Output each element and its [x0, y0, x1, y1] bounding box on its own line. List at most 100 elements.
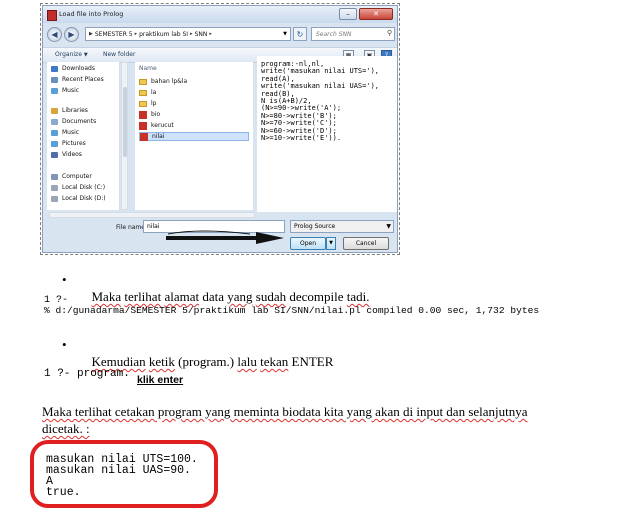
paragraph-line-1: Maka terlihat cetakan program yang memin… [42, 404, 528, 420]
file-name: bahan lp&la [151, 78, 188, 85]
address-bar[interactable]: ▶ SEMESTER 5 ▸ praktikum lab SI ▸ SNN ▸ … [85, 27, 291, 41]
nav-item[interactable]: Documents [51, 117, 96, 126]
paragraph-text: Maka terlihat cetakan program yang memin… [42, 404, 528, 419]
file-list-item[interactable]: lp [139, 99, 249, 108]
annotation-arrow [166, 230, 284, 244]
chevron-right-icon: ▸ [209, 31, 212, 37]
file-name: la [151, 89, 157, 96]
text-fragment: (program.) [174, 354, 238, 369]
text-fragment: Maka [91, 289, 122, 304]
close-icon: ✕ [373, 10, 379, 18]
file-list-item[interactable]: bio [139, 110, 249, 119]
prolog-file-icon [140, 132, 148, 141]
nav-item[interactable]: Pictures [51, 139, 86, 148]
code-line: N>=10->write('E')). [261, 134, 342, 142]
nav-item-label: Downloads [62, 65, 95, 72]
nav-item[interactable]: Computer [51, 172, 92, 181]
search-input[interactable]: Search SNN ⚲ [311, 27, 395, 41]
music-icon [51, 87, 58, 94]
output-line: true. [46, 486, 81, 499]
nav-item[interactable]: Libraries [51, 106, 88, 115]
breadcrumb-item[interactable]: SEMESTER 5 [95, 31, 133, 38]
back-button[interactable]: ◀ [47, 27, 62, 42]
file-list: Name bahan lp&la la lp bio kerucut nilai [135, 62, 253, 210]
navigation-pane: Downloads Recent Places Music Libraries Docu… [47, 62, 120, 210]
bullet-2-text: Kemudian ketik (program.) lalu tekan ENT… [85, 338, 334, 370]
nav-item[interactable]: Music [51, 128, 79, 137]
minimize-button[interactable]: – [339, 8, 357, 20]
nav-item-label: Computer [62, 173, 92, 180]
bullet-1-text: Maka terlihat alamat data yang sudah dec… [85, 273, 370, 305]
nav-item[interactable]: Recent Places [51, 75, 104, 84]
column-header-name[interactable]: Name [139, 65, 157, 72]
nav-item-label: Local Disk (D:) [62, 195, 106, 202]
folder-icon [139, 100, 147, 107]
refresh-button[interactable]: ↻ [293, 27, 307, 41]
recent-places-icon [51, 76, 58, 83]
load-file-dialog: Load file into Prolog – ✕ ◀ ▶ ▶ SEMESTER… [42, 5, 398, 253]
breadcrumb-item[interactable]: praktikum lab SI [139, 31, 188, 38]
nav-item[interactable]: Downloads [51, 64, 95, 73]
nav-item-label: Videos [62, 151, 82, 158]
dialog-title: Load file into Prolog [59, 10, 124, 18]
search-icon: ⚲ [386, 29, 392, 37]
scrollbar-thumb[interactable] [123, 87, 127, 157]
new-folder-button[interactable]: New folder [103, 51, 135, 58]
organize-label: Organize [55, 51, 82, 58]
folder-icon [139, 89, 147, 96]
title-bar: Load file into Prolog – ✕ [43, 6, 397, 23]
file-list-item[interactable]: bahan lp&la [139, 77, 249, 86]
cancel-button[interactable]: Cancel [343, 237, 389, 250]
documents-icon [51, 118, 58, 125]
nav-item-label: Music [62, 87, 80, 94]
file-list-item[interactable]: kerucut [139, 121, 249, 130]
open-dropdown-button[interactable]: ▼ [326, 237, 336, 250]
prolog-file-icon [139, 121, 147, 130]
paragraph-line-2: dicetak. : [42, 421, 90, 437]
breadcrumb-item[interactable]: SNN [195, 31, 208, 38]
address-row: ◀ ▶ ▶ SEMESTER 5 ▸ praktikum lab SI ▸ SN… [43, 23, 397, 47]
disk-icon [51, 195, 58, 202]
folder-icon [139, 78, 147, 85]
minimize-icon: – [346, 10, 350, 18]
arrow-stroke [167, 230, 251, 235]
text-fragment: ketik [148, 354, 175, 369]
disk-icon [51, 184, 58, 191]
libraries-icon [51, 107, 58, 114]
forward-button[interactable]: ▶ [64, 27, 79, 42]
file-list-item[interactable]: nilai [139, 132, 249, 141]
prolog-app-icon [47, 10, 57, 21]
nav-item[interactable]: Videos [51, 150, 82, 159]
horizontal-scrollbar[interactable] [49, 212, 255, 218]
refresh-icon: ↻ [296, 29, 304, 39]
nav-item[interactable]: Music [51, 86, 79, 95]
chevron-down-icon: ▼ [386, 223, 391, 230]
nav-item-label: Libraries [62, 107, 88, 114]
organize-menu[interactable]: Organize ▼ [55, 51, 88, 58]
preview-pane: program:-nl,nl, write('masukan nilai UTS=… [257, 56, 397, 212]
music-icon [51, 129, 58, 136]
bullet-dot: • [62, 337, 67, 352]
navigation-scrollbar[interactable] [121, 62, 128, 210]
bullet-dot: • [62, 272, 67, 287]
nav-item[interactable]: Local Disk (D:) [51, 194, 106, 203]
text-fragment: ENTER [288, 354, 334, 369]
nav-item-label: Documents [62, 118, 97, 125]
nav-item[interactable]: Local Disk (C:) [51, 183, 105, 192]
file-name: nilai [152, 133, 165, 140]
chevron-down-icon[interactable]: ▼ [283, 31, 287, 37]
downloads-icon [51, 65, 58, 72]
search-placeholder: Search SNN [316, 30, 352, 38]
close-button[interactable]: ✕ [359, 8, 393, 20]
chevron-down-icon: ▼ [329, 240, 333, 246]
file-type-select[interactable]: Prolog Source ▼ [290, 220, 394, 233]
text-fragment: tekan [260, 354, 289, 369]
file-name: bio [151, 111, 161, 118]
file-name: kerucut [151, 122, 174, 129]
text-fragment: yang [227, 289, 253, 304]
file-type-value: Prolog Source [294, 223, 336, 230]
text-fragment: alamat [164, 289, 200, 304]
file-list-item[interactable]: la [139, 88, 249, 97]
open-button[interactable]: Open [290, 237, 326, 250]
file-name: lp [151, 100, 157, 107]
